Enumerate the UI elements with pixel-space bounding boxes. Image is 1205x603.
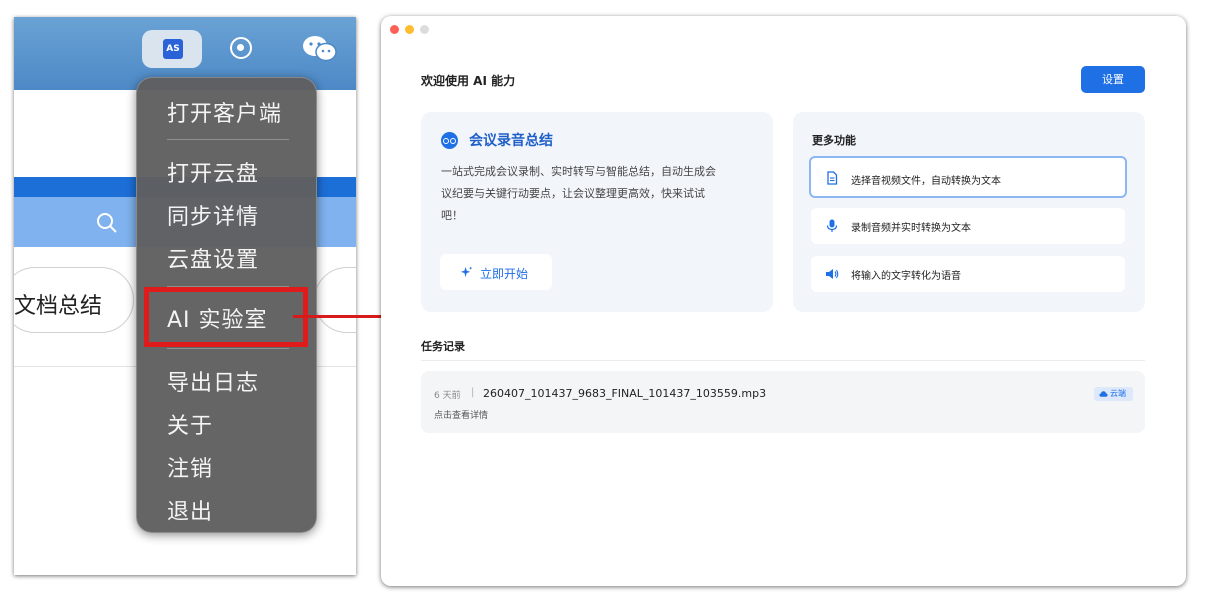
record-detail-link[interactable]: 点击查看详情: [434, 408, 488, 421]
left-screenshot-panel: AS 文档总结 打开客户端 打开云盘 同步详情 云盘设置 AI 实验室 导出日志…: [14, 17, 356, 575]
search-icon: [97, 213, 117, 233]
record-separator: |: [471, 387, 475, 398]
cloud-badge: 云端: [1094, 387, 1133, 401]
speaker-icon: [826, 269, 839, 279]
feature-label: 将输入的文字转化为语音: [851, 271, 961, 282]
cloud-badge-label: 云端: [1110, 389, 1126, 398]
task-record-row[interactable]: 6 天前 | 260407_101437_9683_FINAL_101437_1…: [421, 371, 1145, 433]
highlight-box: [144, 287, 308, 347]
menu-separator: [167, 348, 289, 349]
menu-item-logout[interactable]: 注销: [167, 451, 213, 483]
feature-record-to-text[interactable]: 录制音频并实时转换为文本: [811, 208, 1125, 244]
page-title: 欢迎使用 AI 能力: [421, 74, 516, 88]
menu-item-export-logs[interactable]: 导出日志: [167, 365, 259, 397]
minimize-window-button[interactable]: [405, 25, 414, 34]
menu-item-open-client[interactable]: 打开客户端: [167, 96, 282, 128]
meeting-summary-card: 会议录音总结 一站式完成会议录制、实时转写与智能总结，自动生成会议纪要与关键行动…: [421, 112, 773, 312]
doc-summary-label: 文档总结: [14, 294, 103, 319]
record-time: 6 天前: [434, 391, 461, 401]
start-now-label: 立即开始: [480, 267, 529, 281]
task-records-title: 任务记录: [421, 340, 465, 353]
menu-separator: [167, 139, 289, 140]
menu-item-about[interactable]: 关于: [167, 408, 213, 440]
wechat-icon[interactable]: [300, 33, 340, 65]
menu-item-cloud-settings[interactable]: 云盘设置: [167, 242, 259, 274]
divider: [421, 360, 1145, 361]
tray-app-button[interactable]: AS: [142, 30, 202, 68]
feature-text-to-speech[interactable]: 将输入的文字转化为语音: [811, 256, 1125, 292]
document-icon: [827, 171, 838, 185]
record-filename: 260407_101437_9683_FINAL_101437_103559.m…: [483, 387, 767, 400]
feature-label: 选择音视频文件，自动转换为文本: [851, 176, 1001, 187]
settings-button[interactable]: 设置: [1081, 66, 1145, 93]
start-now-button[interactable]: 立即开始: [440, 254, 552, 290]
cloud-icon: [1099, 391, 1108, 397]
ai-window: 欢迎使用 AI 能力 设置 会议录音总结 一站式完成会议录制、实时转写与智能总结…: [381, 16, 1186, 586]
menu-item-quit[interactable]: 退出: [167, 494, 213, 526]
menu-item-open-cloud[interactable]: 打开云盘: [167, 156, 259, 188]
zoom-window-button[interactable]: [420, 25, 429, 34]
microphone-icon: [826, 219, 838, 232]
voicemail-icon: [441, 132, 458, 149]
more-features-card: 更多功能 选择音视频文件，自动转换为文本 录制音频并实时转换为文本 将输入的文字…: [793, 112, 1145, 312]
more-features-title: 更多功能: [812, 134, 856, 147]
meeting-card-title: 会议录音总结: [469, 133, 553, 149]
app-icon: AS: [163, 39, 183, 59]
sparkle-icon: [460, 266, 473, 278]
background-pill: [314, 267, 356, 333]
menu-item-sync-details[interactable]: 同步详情: [167, 199, 259, 231]
feature-file-to-text[interactable]: 选择音视频文件，自动转换为文本: [809, 156, 1127, 198]
close-window-button[interactable]: [390, 25, 399, 34]
meeting-card-description: 一站式完成会议录制、实时转写与智能总结，自动生成会议纪要与关键行动要点，让会议整…: [441, 165, 716, 222]
record-icon[interactable]: [230, 37, 252, 59]
feature-label: 录制音频并实时转换为文本: [851, 223, 971, 234]
